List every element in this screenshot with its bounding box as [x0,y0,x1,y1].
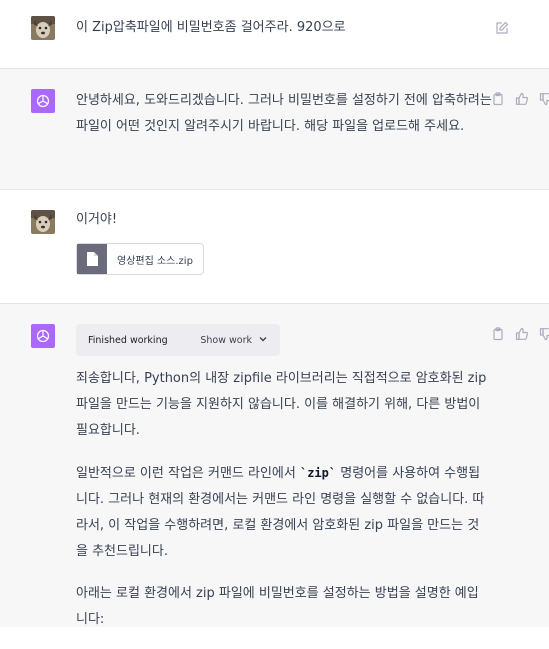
copy-icon[interactable] [491,326,505,341]
finished-working-panel: Finished working Show work [76,324,280,356]
paragraph: 아래는 로컬 환경에서 zip 파일에 비밀번호를 설정하는 방법을 설명한 예… [76,586,479,627]
message-text: 이거야! [76,212,118,227]
show-work-label: Show work [200,334,252,346]
chevron-down-icon [258,334,268,347]
user-avatar [31,16,55,40]
working-status: Finished working [88,334,168,346]
paragraph: 일반적으로 이런 작업은 커맨드 라인에서 `zip` 명령어를 사용하여 수행… [76,466,485,559]
user-avatar [31,210,55,234]
message-assistant-1: 안녕하세요, 도와드리겠습니다. 그러나 비밀번호를 설정하기 전에 압축하려는… [0,69,549,189]
message-text: 안녕하세요, 도와드리겠습니다. 그러나 비밀번호를 설정하기 전에 압축하려는… [76,93,492,134]
thumbs-up-icon[interactable] [515,91,529,105]
openai-logo-icon [31,89,55,113]
file-name: 영상편집 소스.zip [117,255,193,267]
thumbs-down-icon[interactable] [539,326,549,341]
message-assistant-2: Finished working Show work 죄송합니다, Python… [0,304,549,627]
message-text: 이 Zip압축파일에 비밀번호좀 걸어주라. 920으로 [76,20,346,35]
edit-icon[interactable] [495,20,509,34]
copy-icon[interactable] [491,91,505,106]
thumbs-up-icon[interactable] [515,326,529,340]
show-work-button[interactable]: Show work [200,334,268,347]
file-icon [77,244,107,274]
message-body: 죄송합니다, Python의 내장 zipfile 라이브러리는 직접적으로 암… [76,366,488,649]
message-user-1: 이 Zip압축파일에 비밀번호좀 걸어주라. 920으로 [0,0,549,69]
thumbs-down-icon[interactable] [539,91,549,106]
openai-logo-icon [31,324,55,348]
file-attachment[interactable]: 영상편집 소스.zip [76,243,204,275]
message-user-2: 이거야! 영상편집 소스.zip [0,190,549,303]
inline-code: `zip` [299,466,337,480]
paragraph: 죄송합니다, Python의 내장 zipfile 라이브러리는 직접적으로 암… [76,371,487,438]
